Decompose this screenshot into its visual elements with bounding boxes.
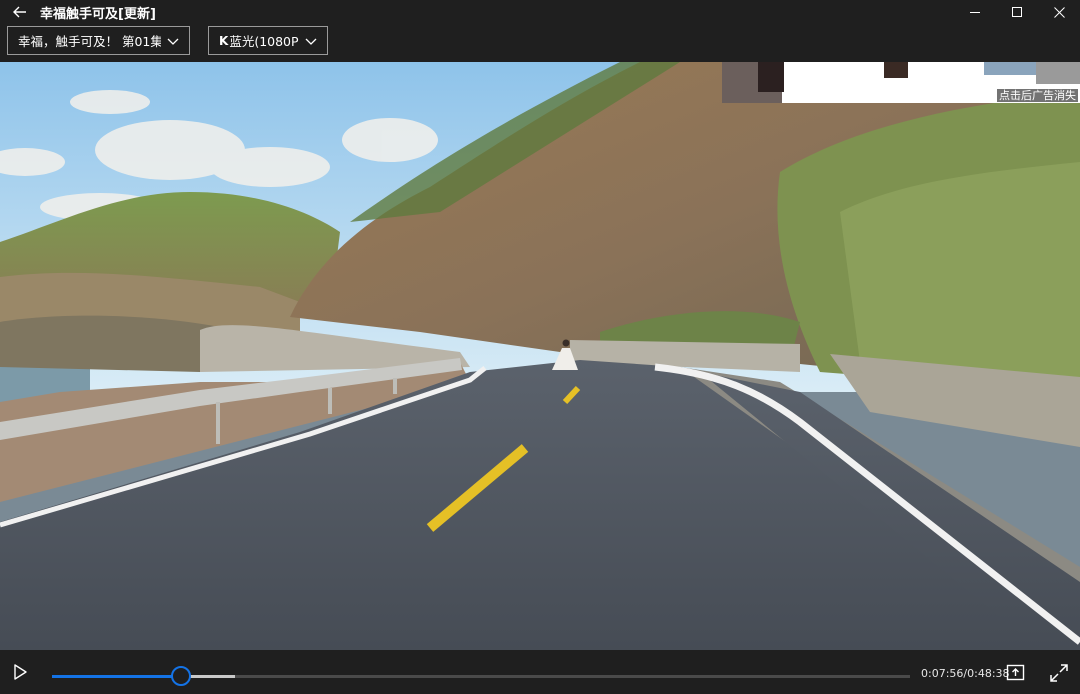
play-button[interactable] [10, 662, 30, 682]
window-controls [954, 0, 1080, 24]
fullscreen-button[interactable] [1049, 663, 1069, 683]
selector-row: 幸福，触手可及！ 第01集 K 蓝光(1080P) [0, 24, 1080, 62]
ad-banner[interactable]: 点击后广告消失 [722, 62, 1080, 103]
minimize-icon [969, 11, 980, 13]
player-controls: 0:07:56/0:48:38 [0, 650, 1080, 694]
back-button[interactable] [0, 0, 40, 24]
quality-label: 蓝光(1080P) [229, 34, 299, 49]
progress-played [52, 675, 181, 678]
close-icon [1053, 6, 1065, 18]
title-bar: 幸福触手可及[更新] [0, 0, 1080, 24]
close-button[interactable] [1038, 0, 1080, 24]
video-scene [0, 62, 1080, 650]
maximize-button[interactable] [996, 0, 1038, 24]
minimize-button[interactable] [954, 0, 996, 24]
bluray-badge: K [219, 33, 229, 48]
arrow-left-icon [13, 6, 26, 18]
window-title: 幸福触手可及[更新] [40, 6, 156, 22]
chevron-down-icon [305, 38, 317, 45]
episode-dropdown[interactable]: 幸福，触手可及！ 第01集 [7, 26, 190, 55]
progress-bar[interactable] [52, 666, 910, 686]
quality-dropdown[interactable]: K 蓝光(1080P) [208, 26, 328, 55]
progress-thumb[interactable] [170, 666, 191, 686]
ad-image [884, 62, 908, 78]
time-display: 0:07:56/0:48:38 [921, 667, 1010, 680]
chevron-down-icon [167, 38, 179, 45]
play-icon [14, 664, 27, 680]
ad-image [984, 62, 1036, 75]
video-frame[interactable]: 点击后广告消失 [0, 62, 1080, 650]
ad-image [758, 62, 784, 92]
mini-player-button[interactable] [1006, 664, 1026, 682]
ad-dismiss-label[interactable]: 点击后广告消失 [997, 89, 1078, 102]
fullscreen-icon [1050, 664, 1068, 682]
picture-in-picture-icon [1006, 664, 1025, 681]
episode-label: 幸福，触手可及！ 第01集 [18, 34, 161, 49]
maximize-icon [1011, 6, 1022, 17]
ad-image [1036, 62, 1080, 84]
